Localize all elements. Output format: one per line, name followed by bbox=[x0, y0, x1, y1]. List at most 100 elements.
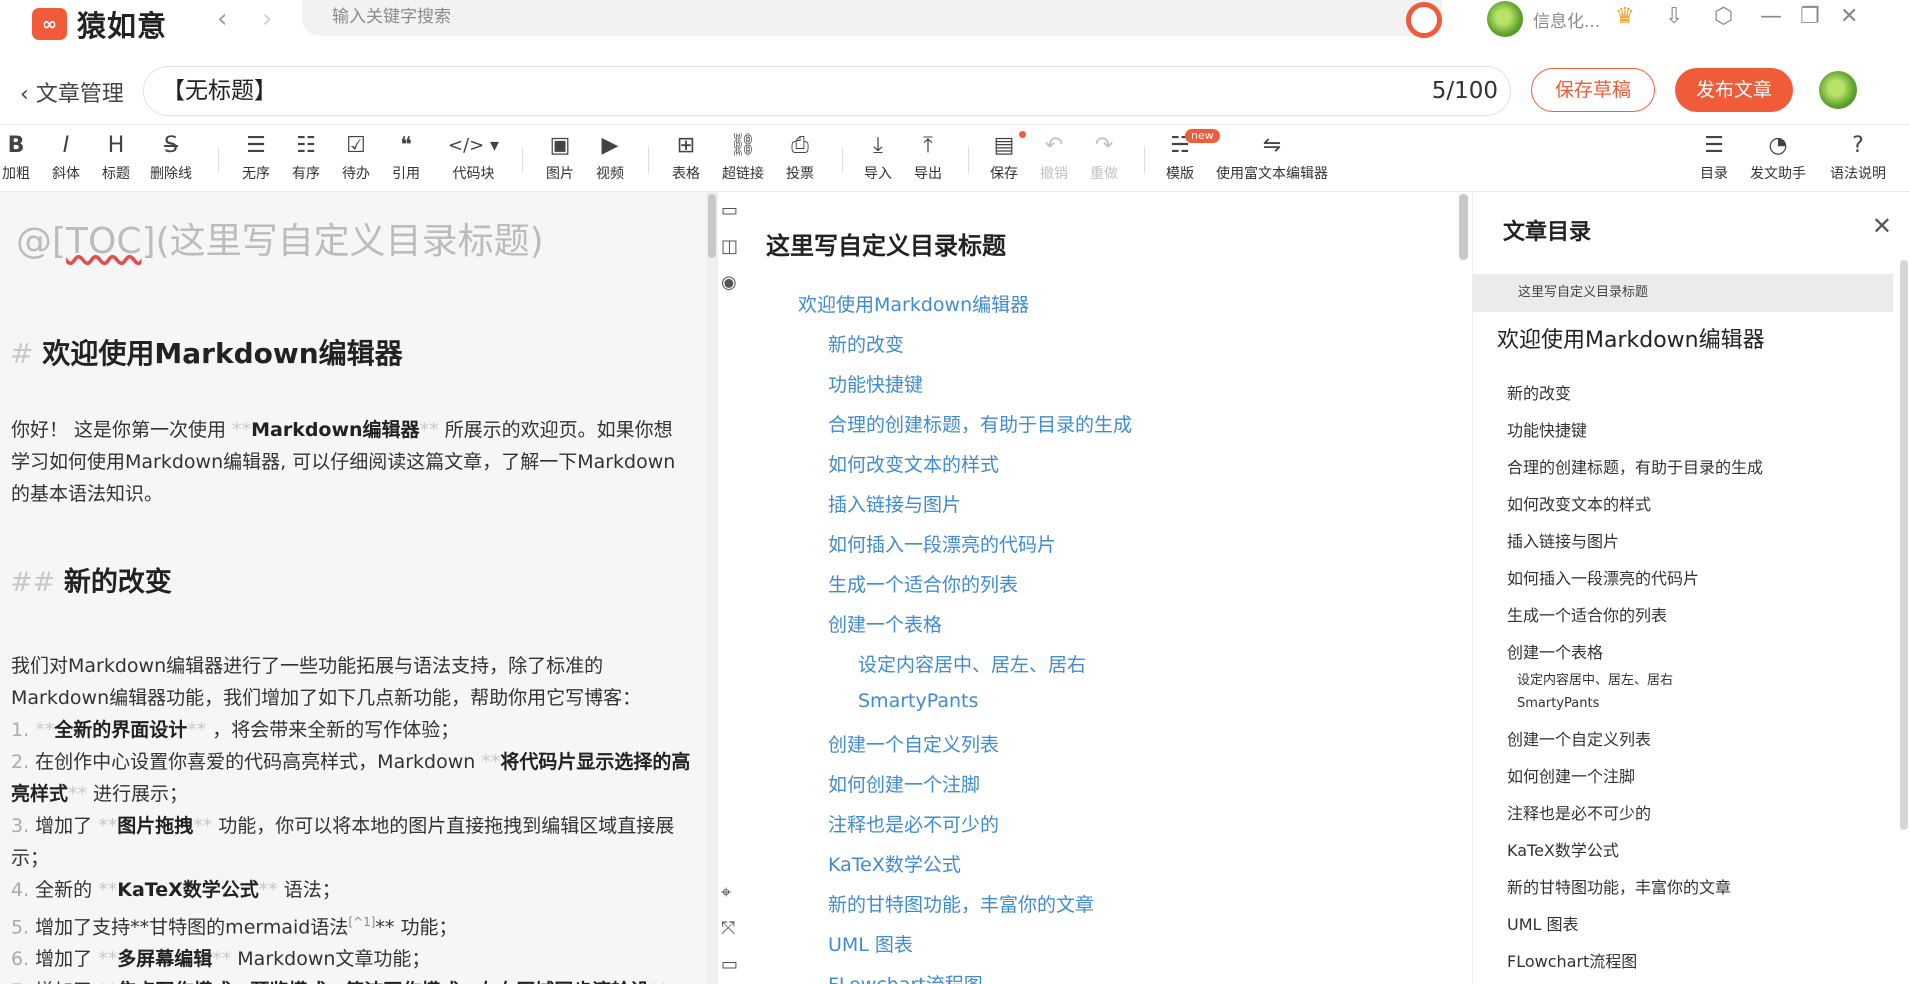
preview-toc-link[interactable]: 设定内容居中、居左、居右 bbox=[858, 650, 1086, 677]
italic-icon: I bbox=[62, 133, 70, 158]
save-button[interactable]: ▤ 保存 bbox=[990, 133, 1018, 183]
quote-button[interactable]: ❝ 引用 bbox=[392, 133, 420, 183]
search-input[interactable]: 输入关键字搜索 bbox=[302, 0, 1442, 38]
heading-button[interactable]: H 标题 bbox=[102, 133, 130, 183]
toc-item[interactable]: 如何改变文本的样式 bbox=[1507, 491, 1651, 515]
crown-icon[interactable]: ♛ bbox=[1615, 4, 1635, 29]
avatar[interactable] bbox=[1819, 71, 1857, 109]
toc-item[interactable]: 合理的创建标题，有助于目录的生成 bbox=[1507, 454, 1763, 478]
toc-item[interactable]: 功能快捷键 bbox=[1507, 417, 1587, 441]
markdown-editor[interactable]: @[TOC](这里写自定义目录标题) # 欢迎使用Markdown编辑器 你好！… bbox=[0, 192, 706, 984]
preview-toc-link[interactable]: 新的甘特图功能，丰富你的文章 bbox=[828, 890, 1094, 917]
editor-scrollbar[interactable] bbox=[706, 192, 718, 984]
hyperlink-button[interactable]: ⛓ 超链接 bbox=[722, 133, 764, 183]
scrollbar-thumb[interactable] bbox=[1459, 194, 1468, 260]
title-input[interactable]: 【无标题】 5/100 bbox=[143, 66, 1511, 116]
video-button[interactable]: ▶ 视频 bbox=[596, 133, 624, 183]
strikethrough-button[interactable]: S 删除线 bbox=[150, 133, 192, 183]
syntax-help-button[interactable]: ? 语法说明 bbox=[1830, 133, 1886, 183]
toc-scrollbar[interactable] bbox=[1900, 260, 1908, 830]
rich-text-editor-button[interactable]: ⇋ 使用富文本编辑器 bbox=[1216, 133, 1328, 183]
preview-toc-link[interactable]: 如何插入一段漂亮的代码片 bbox=[828, 530, 1056, 557]
undo-button[interactable]: ↶ 撤销 bbox=[1040, 133, 1068, 183]
toc-subitem[interactable]: SmartyPants bbox=[1517, 696, 1599, 711]
preview-toc-link[interactable]: 插入链接与图片 bbox=[828, 490, 961, 517]
preview-toc-link[interactable]: SmartyPants bbox=[858, 690, 978, 712]
maximize-icon[interactable]: ❐ bbox=[1800, 4, 1820, 29]
download-icon[interactable]: ⇩ bbox=[1665, 4, 1683, 29]
vote-button[interactable]: ⎙ 投票 bbox=[786, 133, 814, 183]
article-manage-link[interactable]: ‹ 文章管理 bbox=[20, 76, 124, 108]
export-button[interactable]: ⤒ 导出 bbox=[914, 133, 942, 183]
editor-paragraph: 我们对Markdown编辑器进行了一些功能拓展与语法支持，除了标准的Markdo… bbox=[11, 650, 691, 714]
table-button[interactable]: ⊞ 表格 bbox=[672, 133, 700, 183]
preview-mode-icon[interactable]: ◉ bbox=[721, 272, 737, 293]
preview-toc-link[interactable]: 欢迎使用Markdown编辑器 bbox=[798, 290, 1029, 317]
close-icon[interactable]: ✕ bbox=[1840, 4, 1858, 29]
writing-assistant-button[interactable]: ◔ 发文助手 bbox=[1750, 133, 1806, 183]
preview-toc-link[interactable]: 功能快捷键 bbox=[828, 370, 923, 397]
sync-scroll-icon[interactable]: ⤧ bbox=[721, 918, 735, 939]
preview-toc-link[interactable]: FLowchart流程图 bbox=[828, 970, 983, 984]
bold-button[interactable]: B 加粗 bbox=[2, 133, 30, 183]
export-icon: ⤒ bbox=[923, 133, 933, 158]
preview-toc-link[interactable]: 创建一个表格 bbox=[828, 610, 942, 637]
image-button[interactable]: ▣ 图片 bbox=[546, 133, 574, 183]
preview-toc-link[interactable]: 如何创建一个注脚 bbox=[828, 770, 980, 797]
preview-toc-link[interactable]: 如何改变文本的样式 bbox=[828, 450, 999, 477]
fullscreen-icon[interactable]: ▭ bbox=[721, 954, 738, 975]
unordered-list-button[interactable]: ☰ 无序 bbox=[242, 133, 270, 183]
markdown-toolbar: B 加粗 I 斜体 H 标题 S 删除线 ☰ 无序 ☷ 有序 ☑ 待办 ❝ 引用… bbox=[0, 124, 1910, 192]
toc-item-selected[interactable]: 这里写自定义目录标题 bbox=[1473, 274, 1893, 312]
todo-button[interactable]: ☑ 待办 bbox=[342, 133, 370, 183]
preview-toc-link[interactable]: KaTeX数学公式 bbox=[828, 850, 961, 877]
split-view-icon[interactable]: ◫ bbox=[721, 236, 738, 257]
list-item: 5. 增加了支持**甘特图的mermaid语法[^1]** 功能； bbox=[11, 906, 691, 943]
toc-item[interactable]: KaTeX数学公式 bbox=[1507, 837, 1619, 861]
preview-toc-link[interactable]: 生成一个适合你的列表 bbox=[828, 570, 1018, 597]
forward-arrow-icon[interactable]: › bbox=[262, 4, 272, 34]
toc-item[interactable]: 如何创建一个注脚 bbox=[1507, 763, 1635, 787]
writing-mode-icon[interactable]: ▭ bbox=[721, 200, 738, 221]
ordered-list-button[interactable]: ☷ 有序 bbox=[292, 133, 320, 183]
toc-item-h1[interactable]: 欢迎使用Markdown编辑器 bbox=[1497, 322, 1765, 354]
preview-toc-link[interactable]: 合理的创建标题，有助于目录的生成 bbox=[828, 410, 1132, 437]
publish-button[interactable]: 发布文章 bbox=[1675, 68, 1793, 112]
minimize-icon[interactable]: — bbox=[1760, 4, 1782, 29]
preview-toc-link[interactable]: 注释也是必不可少的 bbox=[828, 810, 999, 837]
settings-icon[interactable]: ⬡ bbox=[1714, 4, 1733, 29]
bold-label: 加粗 bbox=[2, 166, 30, 182]
close-icon[interactable]: ✕ bbox=[1872, 212, 1892, 240]
bold-marker: ** bbox=[258, 879, 278, 901]
preview-toc-link[interactable]: UML 图表 bbox=[828, 930, 913, 957]
app-logo[interactable]: ∞ 猿如意 bbox=[32, 3, 167, 45]
toc-item[interactable]: 如何插入一段漂亮的代码片 bbox=[1507, 565, 1699, 589]
toc-item[interactable]: 新的甘特图功能，丰富你的文章 bbox=[1507, 874, 1731, 898]
toc-button[interactable]: ☰ 目录 bbox=[1700, 133, 1728, 183]
back-arrow-icon[interactable]: ‹ bbox=[217, 4, 227, 34]
code-block-button[interactable]: </> ▾ 代码块 bbox=[448, 133, 499, 183]
locate-icon[interactable]: ⌖ bbox=[721, 882, 731, 903]
preview-scrollbar[interactable] bbox=[1456, 192, 1472, 984]
save-draft-button[interactable]: 保存草稿 bbox=[1531, 68, 1655, 112]
list-item: 2. 在创作中心设置你喜爱的代码高亮样式，Markdown **将代码片显示选择… bbox=[11, 746, 691, 810]
toc-item[interactable]: 插入链接与图片 bbox=[1507, 528, 1619, 552]
toc-subitem[interactable]: 设定内容居中、居左、居右 bbox=[1517, 669, 1673, 688]
scrollbar-thumb[interactable] bbox=[708, 194, 716, 258]
toc-item[interactable]: FLowchart流程图 bbox=[1507, 948, 1637, 972]
toc-item[interactable]: 新的改变 bbox=[1507, 380, 1571, 404]
toc-item[interactable]: 生成一个适合你的列表 bbox=[1507, 602, 1667, 626]
toc-item[interactable]: 创建一个表格 bbox=[1507, 639, 1603, 663]
assistant-ring-icon[interactable] bbox=[1406, 2, 1442, 38]
preview-toc-link[interactable]: 创建一个自定义列表 bbox=[828, 730, 999, 757]
text: ，将会带来全新的写作体验； bbox=[206, 719, 460, 741]
redo-button[interactable]: ↷ 重做 bbox=[1090, 133, 1118, 183]
preview-toc-link[interactable]: 新的改变 bbox=[828, 330, 904, 357]
italic-button[interactable]: I 斜体 bbox=[52, 133, 80, 183]
import-button[interactable]: ⤓ 导入 bbox=[864, 133, 892, 183]
toc-item[interactable]: 创建一个自定义列表 bbox=[1507, 726, 1651, 750]
toc-item[interactable]: 注释也是必不可少的 bbox=[1507, 800, 1651, 824]
avatar[interactable] bbox=[1487, 1, 1523, 37]
toc-item[interactable]: UML 图表 bbox=[1507, 911, 1579, 935]
user-name[interactable]: 信息化... bbox=[1533, 7, 1600, 32]
